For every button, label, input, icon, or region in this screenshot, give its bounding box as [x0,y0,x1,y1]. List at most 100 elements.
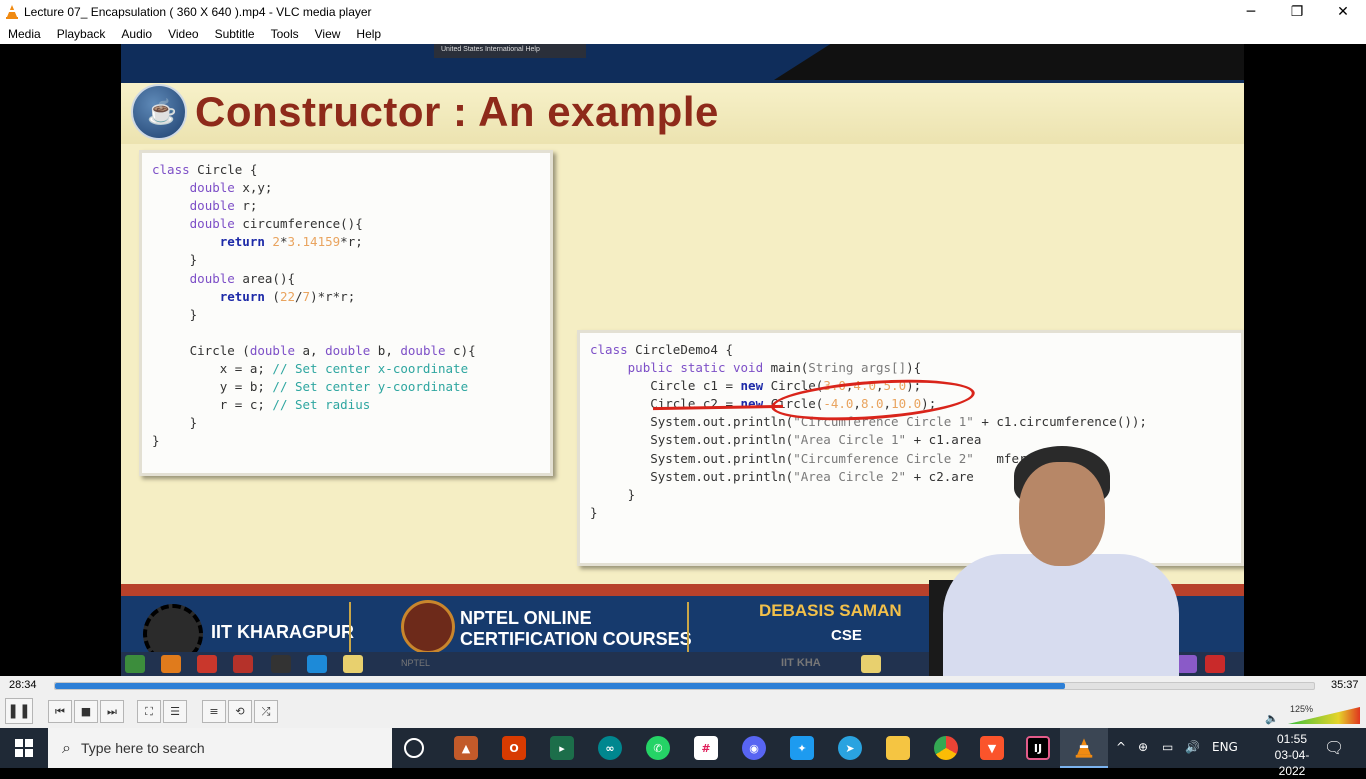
chrome-icon[interactable] [934,736,958,760]
embedded-app-icon [233,655,253,673]
embedded-app-icon [125,655,145,673]
embedded-app-icon [197,655,217,673]
code-line: double circumference(){ [189,216,363,232]
matlab-icon[interactable]: ▲ [454,736,478,760]
slide-title: Constructor : An example [195,88,719,135]
loop-icon[interactable]: ⟲ [228,700,252,723]
previous-icon[interactable]: ⏮ [48,700,72,723]
code-line: y = b; // Set center y-coordinate [152,379,469,395]
battery-icon[interactable]: ▭ [1162,740,1173,754]
seek-progress [55,683,1065,689]
code-line: } [152,306,198,322]
total-time[interactable]: 35:37 [1331,679,1359,691]
brave-icon[interactable]: ▼ [980,736,1004,760]
pycharm-icon[interactable]: ▸ [550,736,574,760]
taskbar-search-box[interactable]: ⌕ Type here to search [48,728,392,768]
minimize-icon[interactable]: ─ [1228,0,1274,23]
code-line: } [152,252,198,268]
restore-icon[interactable]: ❐ [1274,0,1320,23]
stop-icon[interactable]: ■ [74,700,98,723]
menu-audio[interactable]: Audio [113,27,160,41]
slack-icon[interactable]: # [694,736,718,760]
menu-subtitle[interactable]: Subtitle [207,27,263,41]
code-line: r = c; // Set radius [152,397,371,413]
vlc-icon[interactable] [1072,736,1096,760]
menu-media[interactable]: Media [0,27,49,41]
windows-taskbar: ⌕ Type here to search ▲ O ▸ ∞ ✆ # ◉ ✦ ➤ … [0,728,1366,778]
code-line: x = a; // Set center x-coordinate [152,361,469,377]
code-line: return 2*3.14159*r; [219,234,363,250]
embedded-app-icon [861,655,881,673]
menu-video[interactable]: Video [160,27,206,41]
embedded-app-icon [343,655,363,673]
fullscreen-icon[interactable]: ⛶ [137,700,161,723]
start-button[interactable] [0,728,48,768]
nptel-logo-icon [401,600,455,654]
volume-icon[interactable]: 🔊 [1185,740,1200,754]
language-indicator[interactable]: ENG [1212,740,1238,754]
seek-bar[interactable] [54,682,1315,690]
embedded-app-icon [1177,655,1197,673]
slide-top-tab-text: United States International Help [441,46,540,53]
code-line: } [152,415,198,431]
code-line: double r; [189,198,258,214]
pause-icon[interactable]: ❚❚ [5,698,33,724]
java-logo-icon: ☕ [131,84,187,140]
code-line: return (22/7)*r*r; [219,288,356,304]
show-hidden-icons-icon[interactable]: ^ [1116,740,1126,754]
video-area[interactable]: United States International Help ☕ Const… [0,44,1366,676]
code-line: System.out.println("Circumference Circle… [590,414,1147,430]
taskbar-clock[interactable]: 01:55 03-04-2022 [1262,731,1322,779]
presenter-name: DEBASIS SAMAN [759,601,902,620]
code-line: double x,y; [189,180,273,196]
presenter-dept: CSE [831,627,862,644]
search-icon: ⌕ [62,738,71,757]
code-block-circle: class Circle { double x,y; double r; dou… [139,150,553,476]
windows-logo-icon [15,739,33,757]
embedded-app-icon [161,655,181,673]
vlc-cone-icon [6,4,18,19]
menu-playback[interactable]: Playback [49,27,114,41]
shuffle-icon[interactable]: ⤮ [254,700,278,723]
code-line: class Circle { [152,162,258,177]
vlc-cone-icon [1075,738,1093,758]
code-line: double area(){ [189,270,296,286]
network-icon[interactable]: ⊕ [1138,740,1148,754]
file-explorer-icon[interactable] [886,736,910,760]
notifications-icon[interactable]: 🗨 [1324,738,1344,757]
clock-date: 03-04-2022 [1274,748,1310,778]
telegram-icon[interactable]: ➤ [838,736,862,760]
search-placeholder: Type here to search [80,740,205,756]
nptel-line-1: NPTEL ONLINE [460,608,592,628]
menu-view[interactable]: View [307,27,349,41]
twitter-icon[interactable]: ✦ [790,736,814,760]
close-icon[interactable]: ✕ [1320,0,1366,23]
menu-bar: Media Playback Audio Video Subtitle Tool… [0,23,1366,44]
menu-help[interactable]: Help [348,27,389,41]
speaker-icon[interactable]: 🔈 [1265,712,1279,725]
cortana-icon[interactable] [404,738,424,758]
extended-settings-icon[interactable]: ☰ [163,700,187,723]
elapsed-time[interactable]: 28:34 [9,679,37,691]
volume-label: 125% [1290,704,1314,714]
arduino-icon[interactable]: ∞ [598,736,622,760]
embedded-app-icon [271,655,291,673]
embedded-app-icon [307,655,327,673]
embedded-nptel-text: NPTEL [401,658,431,668]
embedded-iit-text: IIT KHA [781,657,821,669]
menu-tools[interactable]: Tools [263,27,307,41]
nptel-line-2: CERTIFICATION COURSES [460,629,692,649]
code-line: Circle (double a, double b, double c){ [152,342,476,358]
video-frame: United States International Help ☕ Const… [121,44,1244,676]
discord-icon[interactable]: ◉ [742,736,766,760]
code-line: public static void main(String args[]){ [627,360,922,376]
title-bar: Lecture 07_ Encapsulation ( 360 X 640 ).… [0,0,1366,23]
next-icon[interactable]: ⏭ [100,700,124,723]
window-title: Lecture 07_ Encapsulation ( 360 X 640 ).… [24,4,372,19]
code-line: } [152,433,160,449]
office-icon[interactable]: O [502,736,526,760]
playlist-icon[interactable]: ≡ [202,700,226,723]
whatsapp-icon[interactable]: ✆ [646,736,670,760]
intellij-icon[interactable]: IJ [1026,736,1050,760]
